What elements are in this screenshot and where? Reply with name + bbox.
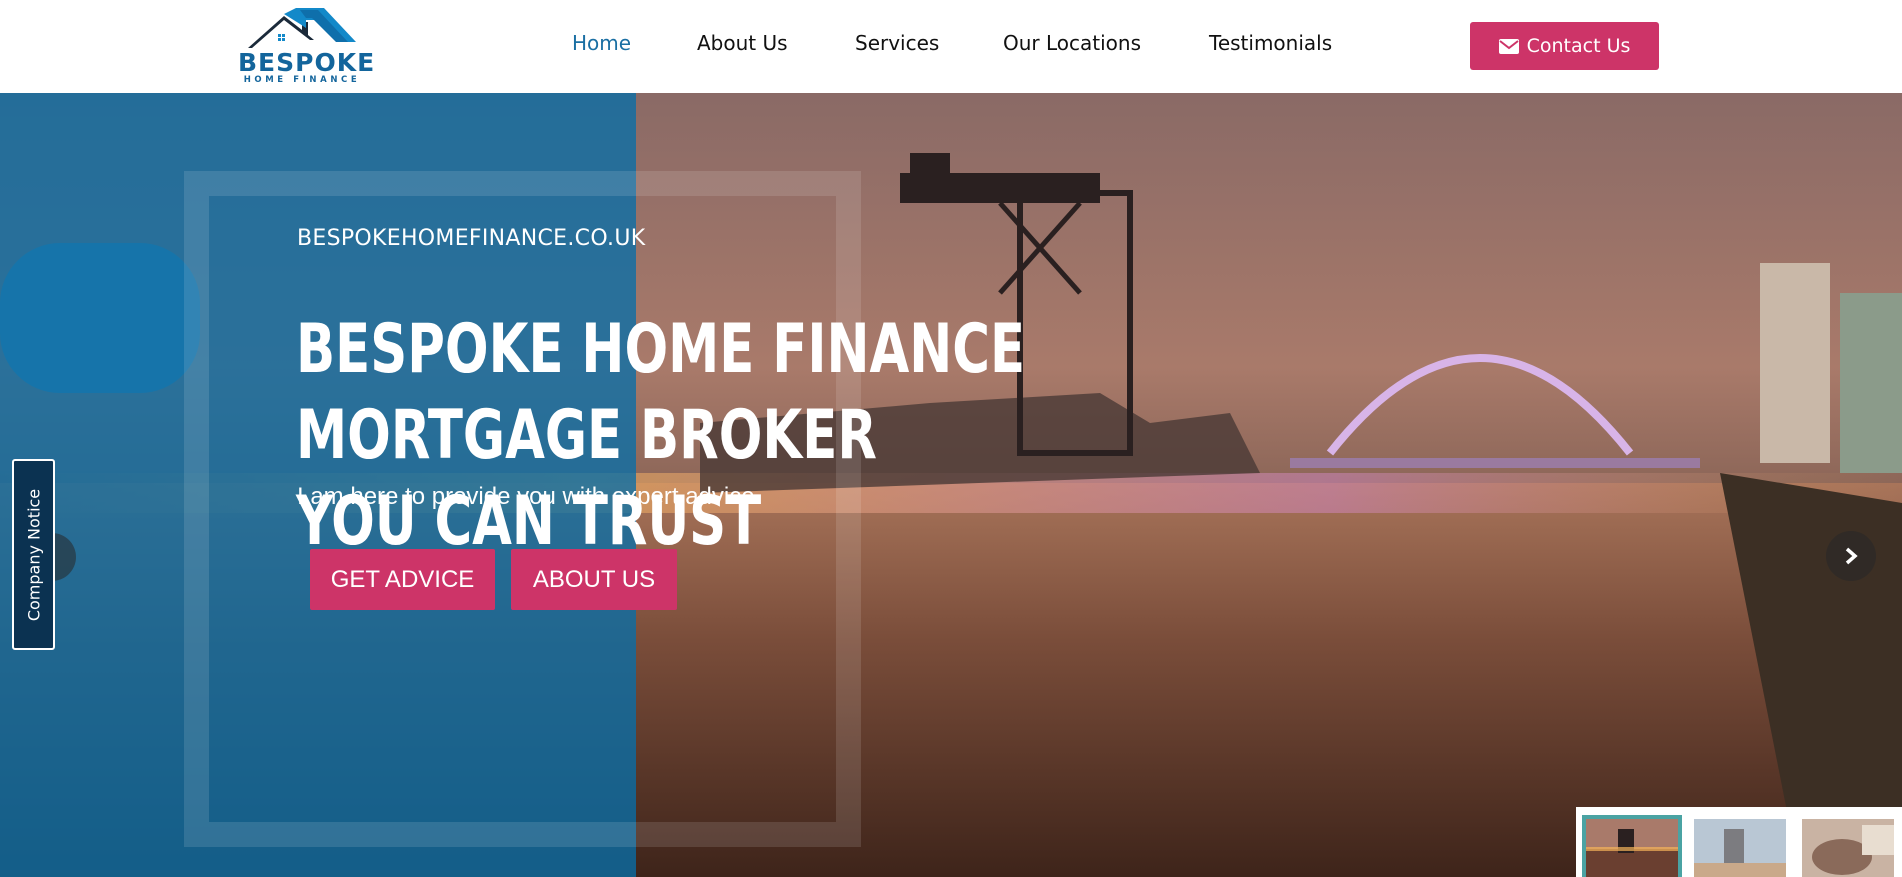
hero-headline-line-1: BESPOKE HOME FINANCE MORTGAGE BROKER (296, 310, 1026, 475)
site-header: BESPOKE HOME FINANCE Home About Us Servi… (0, 0, 1902, 93)
slider-thumbnail-1[interactable] (1582, 815, 1682, 877)
company-notice-tab[interactable]: Company Notice (12, 459, 55, 650)
nav-item-our-locations[interactable]: Our Locations (1003, 31, 1141, 55)
chevron-right-icon (1845, 547, 1858, 565)
contact-us-button[interactable]: Contact Us (1470, 22, 1659, 70)
hero-subheading: I am here to provide you with expert adv… (297, 483, 762, 510)
slider-thumbnails (1576, 807, 1902, 877)
slider-next-button[interactable] (1826, 531, 1876, 581)
slider-thumbnail-2[interactable] (1694, 819, 1786, 877)
slider-thumbnail-3[interactable] (1802, 819, 1894, 877)
nav-item-about-us[interactable]: About Us (697, 31, 788, 55)
nav-item-services[interactable]: Services (855, 31, 939, 55)
nav-item-home[interactable]: Home (572, 31, 631, 55)
get-advice-button[interactable]: GET ADVICE (310, 549, 495, 610)
company-notice-label: Company Notice (24, 488, 43, 621)
hero-slider: BESPOKEHOMEFINANCE.CO.UK BESPOKE HOME FI… (0, 93, 1902, 877)
contact-us-label: Contact Us (1526, 35, 1631, 57)
hero-domain: BESPOKEHOMEFINANCE.CO.UK (297, 226, 646, 251)
about-us-button[interactable]: ABOUT US (511, 549, 677, 610)
hero-headline: BESPOKE HOME FINANCE MORTGAGE BROKER YOU… (296, 307, 1220, 565)
envelope-icon (1498, 38, 1519, 54)
nav-item-testimonials[interactable]: Testimonials (1209, 31, 1332, 55)
